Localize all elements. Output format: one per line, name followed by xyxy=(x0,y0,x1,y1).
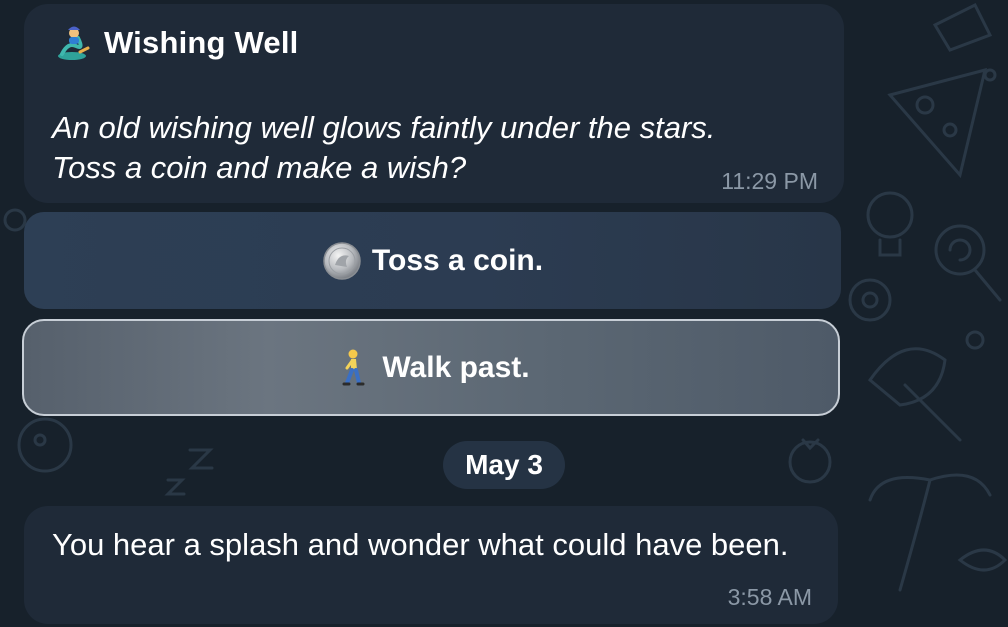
leaf-doodle xyxy=(932,2,993,52)
message-bubble: Wishing Well An old wishing well glows f… xyxy=(24,4,844,203)
button-label: Toss a coin. xyxy=(371,243,544,277)
button-label: Walk past. xyxy=(382,350,530,384)
pizza-doodle xyxy=(887,67,988,179)
message-bubble: You hear a splash and wonder what could … xyxy=(24,506,838,624)
lollipop-doodle xyxy=(934,224,1002,302)
coin-icon xyxy=(323,241,361,280)
zz-doodle xyxy=(164,448,214,496)
tomato-doodle xyxy=(788,438,832,484)
genie-icon xyxy=(58,26,90,60)
message-title: Wishing Well xyxy=(104,25,299,60)
walking-person-icon xyxy=(342,349,365,385)
date-separator: May 3 xyxy=(443,441,565,489)
donut-doodle xyxy=(17,417,73,473)
fish-doodle xyxy=(957,548,1008,572)
message-text: You hear a splash and wonder what could … xyxy=(52,527,789,562)
ball-doodle xyxy=(848,278,892,322)
palm-doodle xyxy=(868,473,992,592)
message-timestamp: 3:58 AM xyxy=(727,584,812,610)
toss-coin-button[interactable]: Toss a coin. xyxy=(24,212,841,309)
walk-past-button[interactable]: Walk past. xyxy=(22,319,840,416)
umbrella-doodle xyxy=(867,347,962,442)
message-text: An old wishing well glows faintly under … xyxy=(52,110,716,185)
message-title-row: Wishing Well xyxy=(54,24,298,62)
lightbulb-doodle xyxy=(866,191,914,257)
message-timestamp: 11:29 PM xyxy=(721,168,818,194)
